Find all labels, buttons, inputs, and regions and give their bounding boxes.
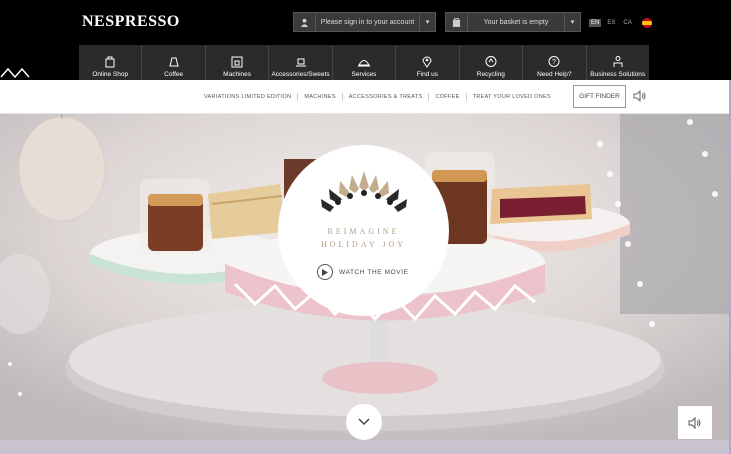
spain-flag-icon[interactable] bbox=[641, 18, 652, 28]
nav-online-shop[interactable]: Online Shop bbox=[79, 45, 143, 80]
nav-label: Coffee bbox=[164, 71, 184, 78]
sub-link-accessories[interactable]: ACCESSORIES & TREATS bbox=[343, 93, 430, 101]
basket-icon bbox=[446, 13, 468, 31]
business-people-icon bbox=[613, 56, 623, 67]
nav-label: Services bbox=[351, 71, 377, 78]
coffee-machine-icon bbox=[231, 56, 243, 68]
nav-accessories[interactable]: Accessories/Sweets bbox=[269, 45, 333, 80]
nav-label: Accessories/Sweets bbox=[271, 71, 330, 78]
svg-text:?: ? bbox=[552, 59, 556, 66]
gift-finder-button[interactable]: GIFT FINDER bbox=[573, 85, 626, 108]
sub-link-machines[interactable]: MACHINES bbox=[298, 93, 343, 101]
hero-title-line2: HOLIDAY JOY bbox=[320, 240, 407, 249]
chevron-down-icon bbox=[358, 418, 370, 426]
signin-label: Please sign in to your account bbox=[320, 18, 415, 26]
nav-business-solutions[interactable]: Business Solutions bbox=[586, 45, 649, 80]
sub-nav-links: VARIATIONS LIMITED EDITION MACHINES ACCE… bbox=[198, 93, 557, 101]
service-bell-icon bbox=[357, 60, 370, 67]
help-icon: ? bbox=[548, 56, 560, 67]
chevron-down-icon[interactable]: ▾ bbox=[419, 13, 435, 31]
watch-movie-label: WATCH THE MOVIE bbox=[339, 268, 409, 276]
nav-label: Machines bbox=[223, 71, 251, 78]
lang-ca[interactable]: CA bbox=[621, 19, 633, 27]
coffee-capsule-icon bbox=[169, 57, 179, 67]
signin-dropdown[interactable]: Please sign in to your account ▾ bbox=[293, 12, 436, 32]
basket-dropdown[interactable]: Your basket is empty ▾ bbox=[445, 12, 581, 32]
hero-title: REIMAGINE HOLIDAY JOY bbox=[278, 225, 449, 251]
sub-link-variations[interactable]: VARIATIONS LIMITED EDITION bbox=[198, 93, 299, 101]
nav-coffee[interactable]: Coffee bbox=[142, 45, 206, 80]
chevron-down-icon[interactable]: ▾ bbox=[564, 13, 580, 31]
nav-label: Find us bbox=[416, 71, 439, 78]
movie-promo-circle[interactable]: REIMAGINE HOLIDAY JOY WATCH THE MOVIE bbox=[278, 145, 449, 316]
nav-need-help[interactable]: ? Need Help? bbox=[523, 45, 587, 80]
sub-link-coffee[interactable]: COFFEE bbox=[429, 93, 467, 101]
menu-arrow-icon[interactable] bbox=[0, 66, 30, 78]
nav-label: Online Shop bbox=[92, 71, 129, 78]
speaker-icon[interactable] bbox=[633, 90, 647, 102]
sound-toggle-button[interactable] bbox=[678, 406, 712, 439]
nespresso-logo[interactable]: NESPRESSO bbox=[82, 13, 180, 31]
lang-es[interactable]: ES bbox=[605, 19, 617, 27]
nav-label: Need Help? bbox=[537, 71, 572, 78]
nav-machines[interactable]: Machines bbox=[205, 45, 270, 80]
cup-saucer-icon bbox=[295, 58, 306, 67]
watch-movie-button[interactable]: WATCH THE MOVIE bbox=[317, 264, 409, 280]
scroll-down-button[interactable] bbox=[346, 404, 382, 440]
lang-en[interactable]: EN bbox=[589, 19, 602, 27]
main-nav: Online Shop Coffee Machines Accessories/… bbox=[79, 45, 649, 80]
speaker-icon bbox=[688, 416, 701, 429]
site-header: NESPRESSO Please sign in to your account… bbox=[0, 0, 731, 80]
basket-label: Your basket is empty bbox=[483, 18, 549, 26]
language-switcher: EN ES CA bbox=[589, 18, 652, 28]
play-icon bbox=[317, 264, 333, 280]
sub-link-treat[interactable]: TREAT YOUR LOVED ONES bbox=[467, 93, 557, 101]
shopping-bag-icon bbox=[105, 56, 115, 68]
nav-label: Recycling bbox=[476, 71, 505, 78]
nav-services[interactable]: Services bbox=[332, 45, 397, 80]
user-icon bbox=[294, 13, 316, 31]
nav-label: Business Solutions bbox=[590, 71, 646, 78]
nav-recycling[interactable]: Recycling bbox=[459, 45, 524, 80]
location-pin-icon bbox=[422, 56, 432, 68]
hero-title-line1: REIMAGINE bbox=[327, 227, 400, 236]
bottom-strip bbox=[0, 440, 731, 454]
nav-find-us[interactable]: Find us bbox=[396, 45, 460, 80]
recycle-icon bbox=[485, 56, 497, 67]
feather-crown-icon bbox=[321, 171, 407, 212]
